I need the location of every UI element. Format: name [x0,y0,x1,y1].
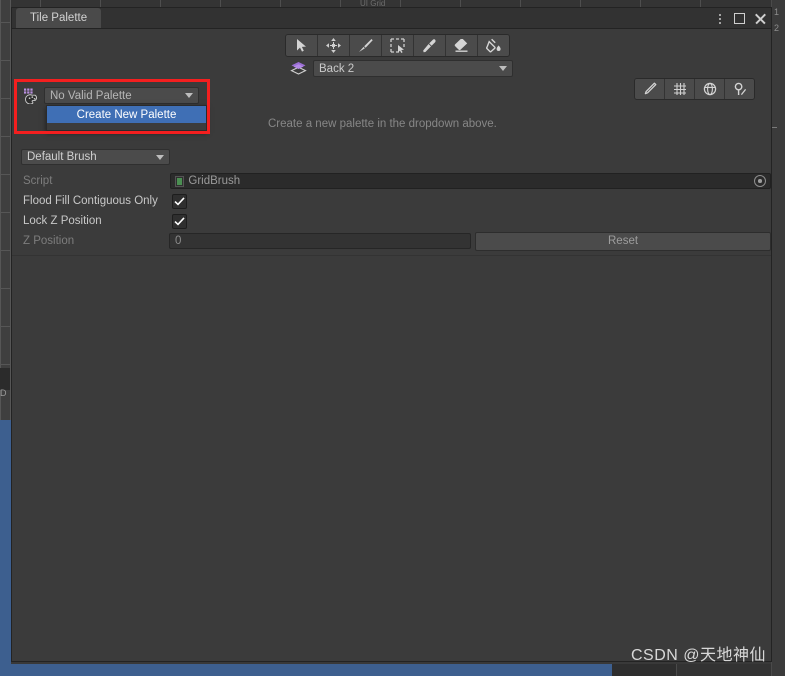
box-select-icon [390,38,405,53]
kebab-menu-icon[interactable] [715,11,725,25]
inspector-separator [12,255,771,256]
paint-bucket-icon [486,38,501,53]
background-bottom-dark-bar-2 [676,664,785,676]
property-label-lock-z: Lock Z Position [23,215,102,227]
layer-dropdown-value: Back 2 [319,62,355,75]
tile-palette-window: Tile Palette Back 2 No Valid Palette Cre… [11,7,772,662]
chevron-down-icon [185,93,193,98]
erase-tool-button[interactable] [446,35,478,56]
property-label-flood-fill: Flood Fill Contiguous Only [23,195,158,207]
menu-item-create-new-palette[interactable]: Create New Palette [47,106,206,123]
palette-hint-text: Create a new palette in the dropdown abo… [268,118,497,130]
background-top-ruler: UI Grid [0,0,785,8]
tool-row [12,29,771,57]
paint-brush-icon [358,38,373,53]
tile-tool-group [285,34,510,57]
brush-dropdown[interactable]: Default Brush [21,149,170,165]
menu-item-label: Create New Palette [76,108,177,121]
property-row-script: Script GridBrush [12,171,771,191]
property-row-z-position: Z Position 0 Reset [12,231,771,251]
property-row-lock-z: Lock Z Position [12,211,771,231]
background-bottom-blue-bar [0,664,612,676]
close-icon[interactable] [754,12,767,25]
menu-empty-area [47,123,206,130]
picker-tool-button[interactable] [414,35,446,56]
paint-brush-tool-button[interactable] [350,35,382,56]
select-tool-button[interactable] [286,35,318,56]
background-ruler-number-2: 2 [774,23,780,33]
background-nub-text: D [0,388,7,398]
watermark-text: CSDN @天地神仙 [630,647,766,664]
box-fill-tool-button[interactable] [382,35,414,56]
window-tab-bar: Tile Palette [12,8,771,29]
object-picker-icon[interactable] [754,175,766,187]
z-position-input[interactable]: 0 [169,233,472,249]
brush-dropdown-value: Default Brush [27,151,97,163]
maximize-icon[interactable] [734,12,745,24]
script-file-icon [175,175,185,187]
reset-button-label: Reset [608,235,639,247]
chevron-down-icon [156,154,164,160]
background-blue-strip [0,420,11,665]
move-arrows-icon [326,38,341,53]
layers-icon [290,61,307,76]
z-position-value: 0 [175,235,182,247]
lock-z-checkbox[interactable] [172,213,187,229]
tab-label: Tile Palette [30,12,88,24]
eyedropper-icon [422,38,437,53]
checkmark-icon [174,196,185,206]
property-label-script: Script [23,175,53,187]
script-object-field[interactable]: GridBrush [170,173,771,189]
palette-dropdown-menu: Create New Palette [46,105,207,131]
property-label-z-position: Z Position [23,235,75,247]
checkmark-icon [174,216,185,226]
property-row-flood-fill: Flood Fill Contiguous Only [12,191,771,211]
palette-dropdown[interactable]: No Valid Palette [44,87,199,104]
chevron-down-icon [499,66,507,71]
fill-tool-button[interactable] [478,35,509,56]
flood-fill-checkbox[interactable] [172,193,187,209]
select-arrow-icon [296,39,307,52]
reset-button[interactable]: Reset [475,231,771,251]
eraser-icon [454,39,469,52]
tab-tile-palette[interactable]: Tile Palette [16,8,102,28]
background-dark-nub [0,368,10,390]
background-ruler-number-1: 1 [774,7,780,17]
layer-dropdown[interactable]: Back 2 [313,60,513,77]
move-tool-button[interactable] [318,35,350,56]
background-grid-left [0,0,11,420]
tile-palette-icon [23,88,40,105]
background-right-ruler: 1 2 [771,0,785,676]
window-controls [715,8,767,28]
palette-dropdown-value: No Valid Palette [50,89,132,102]
script-object-value: GridBrush [188,175,241,187]
